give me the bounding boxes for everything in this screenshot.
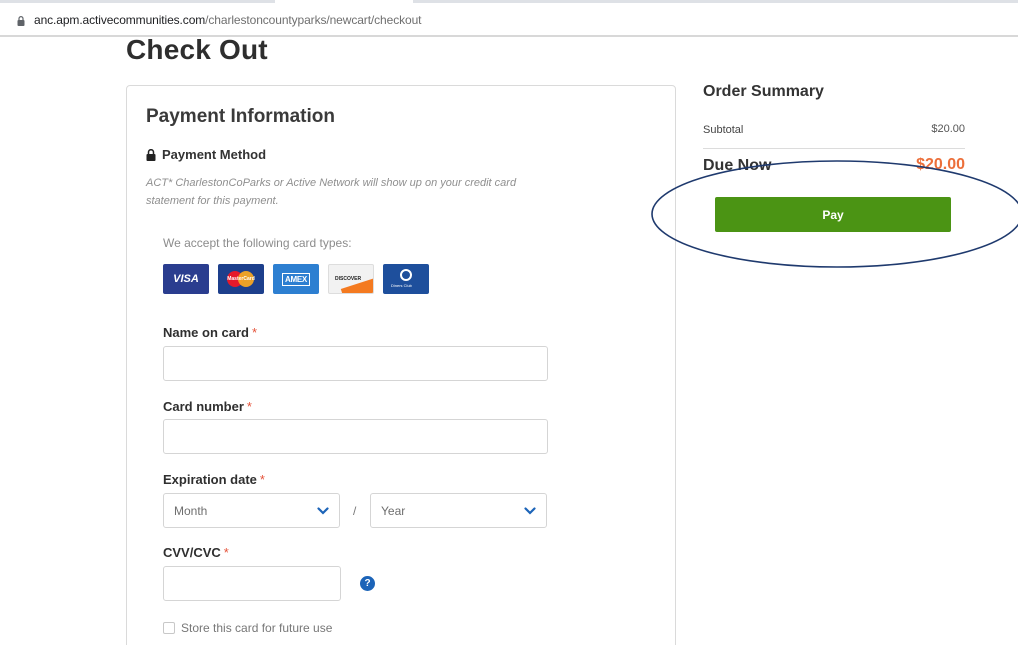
summary-divider: [703, 148, 965, 149]
page-title: Check Out: [126, 34, 268, 65]
subtotal-label: Subtotal: [703, 124, 744, 136]
payment-method-label: Payment Method: [162, 147, 267, 162]
expiration-month-select[interactable]: Month: [163, 493, 340, 528]
lock-icon: [146, 148, 156, 161]
payment-title: Payment Information: [146, 106, 335, 127]
expiration-year-select[interactable]: Year: [370, 493, 547, 528]
due-now-value: $20.00: [916, 156, 965, 173]
card-number-input[interactable]: [163, 419, 548, 454]
amex-card-icon: AMEX: [273, 264, 319, 294]
cvv-input[interactable]: [163, 566, 341, 601]
subtotal-value: $20.00: [931, 123, 965, 135]
cvv-label: CVV/CVC *: [163, 545, 229, 560]
chevron-down-icon: [524, 506, 536, 515]
url-text[interactable]: anc.apm.activecommunities.com/charleston…: [34, 13, 421, 27]
store-card-option[interactable]: Store this card for future use: [163, 621, 332, 635]
card-number-label: Card number *: [163, 399, 252, 414]
due-now-label: Due Now: [703, 157, 772, 174]
browser-url-bar[interactable]: anc.apm.activecommunities.com/charleston…: [0, 0, 1018, 37]
expiration-separator: /: [353, 504, 357, 518]
accepted-cards-label: We accept the following card types:: [163, 236, 352, 250]
help-icon[interactable]: ?: [360, 576, 375, 591]
year-placeholder: Year: [381, 503, 406, 518]
expiration-date-label: Expiration date *: [163, 472, 265, 487]
payment-panel: Payment Information Payment Method ACT* …: [126, 85, 676, 645]
store-card-checkbox[interactable]: [163, 622, 175, 634]
url-host: anc.apm.activecommunities.com: [34, 13, 206, 27]
payment-method-heading: Payment Method: [146, 147, 266, 162]
diners-club-card-icon: Diners Club: [383, 264, 429, 294]
chevron-down-icon: [317, 506, 329, 515]
discover-card-icon: DISCOVER: [328, 264, 374, 294]
month-placeholder: Month: [174, 503, 208, 518]
order-summary-title: Order Summary: [703, 83, 824, 100]
name-on-card-label: Name on card *: [163, 325, 258, 340]
store-card-label: Store this card for future use: [181, 621, 333, 635]
mastercard-card-icon: MasterCard: [218, 264, 264, 294]
tab-strip: [0, 0, 1018, 3]
name-on-card-input[interactable]: [163, 346, 548, 381]
pay-button[interactable]: Pay: [715, 197, 951, 232]
statement-note: ACT* CharlestonCoParks or Active Network…: [146, 177, 517, 207]
lock-icon: [17, 16, 25, 26]
visa-card-icon: VISA: [163, 264, 209, 294]
url-path: /charlestoncountyparks/newcart/checkout: [205, 13, 422, 27]
accepted-cards: VISA MasterCard AMEX DISCOVER Diners Clu…: [163, 264, 429, 294]
